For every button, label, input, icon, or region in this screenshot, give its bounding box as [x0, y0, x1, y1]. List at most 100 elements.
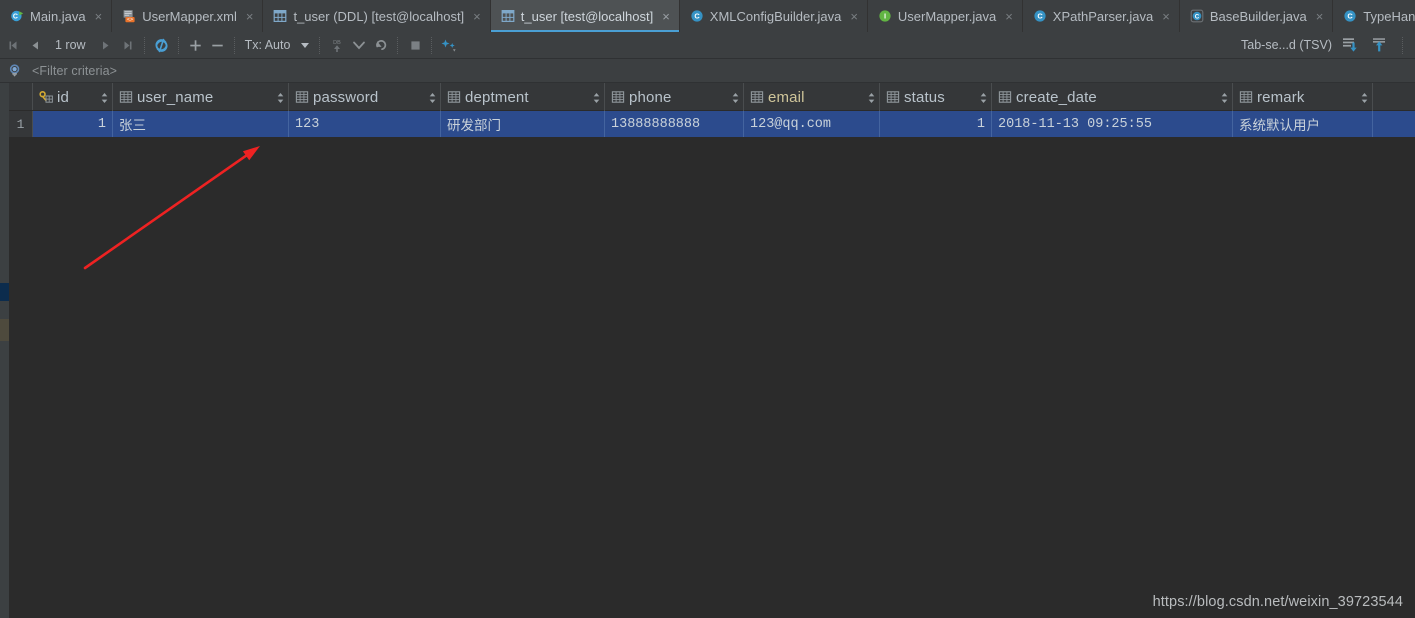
editor-tab-2[interactable]: t_user (DDL) [test@localhost] × — [263, 0, 491, 32]
commit-button[interactable] — [348, 34, 370, 56]
reload-page-button[interactable] — [151, 34, 173, 56]
cell-remark[interactable]: 系统默认用户 — [1233, 111, 1373, 137]
sort-toggle-icon[interactable] — [593, 91, 600, 103]
grid-empty-area — [9, 137, 1415, 618]
editor-tab-3[interactable]: t_user [test@localhost] × — [490, 0, 680, 32]
sort-toggle-icon[interactable] — [277, 91, 284, 103]
sort-toggle-icon[interactable] — [868, 91, 875, 103]
cell-user_name[interactable]: 张三 — [113, 111, 289, 137]
column-icon — [886, 90, 900, 104]
close-icon[interactable]: × — [661, 10, 671, 23]
table-row[interactable]: 1 1 张三 123 研发部门 13888888888 123@qq.com 1 2018-11… — [9, 111, 1415, 137]
grid-header-row: id user_name password deptment phone email sta… — [9, 83, 1415, 111]
svg-text:I: I — [884, 12, 886, 21]
editor-tab-7[interactable]: C BaseBuilder.java × — [1179, 0, 1334, 32]
grid-header-corner — [9, 83, 33, 110]
column-header-label: remark — [1257, 88, 1305, 106]
editor-tab-6[interactable]: C XPathParser.java × — [1022, 0, 1180, 32]
toolbar-right-group: Tab-se...d (TSV) — [1241, 32, 1415, 59]
filter-search-icon — [4, 63, 26, 78]
grid-body: 1 1 张三 123 研发部门 13888888888 123@qq.com 1 2018-11… — [9, 111, 1415, 137]
column-header-status[interactable]: status — [880, 83, 992, 111]
close-icon[interactable]: × — [245, 10, 255, 23]
last-row-button[interactable] — [117, 34, 139, 56]
column-icon — [447, 90, 461, 104]
column-header-password[interactable]: password — [289, 83, 441, 111]
cell-password[interactable]: 123 — [289, 111, 441, 137]
editor-tab-label: XPathParser.java — [1052, 8, 1154, 24]
export-format-label[interactable]: Tab-se...d (TSV) — [1241, 38, 1332, 52]
column-header-id[interactable]: id — [33, 83, 113, 111]
cell-email[interactable]: 123@qq.com — [744, 111, 880, 137]
submit-to-db-button[interactable]: DB — [326, 34, 348, 56]
close-icon[interactable]: × — [94, 10, 104, 23]
cell-phone[interactable]: 13888888888 — [605, 111, 744, 137]
cell-status[interactable]: 1 — [880, 111, 992, 137]
cancel-running-statement-button[interactable] — [404, 34, 426, 56]
watermark-url: https://blog.csdn.net/weixin_39723544 — [1152, 594, 1403, 610]
database-table-icon — [501, 9, 515, 23]
sort-toggle-icon[interactable] — [1221, 91, 1228, 103]
first-row-button[interactable] — [2, 34, 24, 56]
column-header-create_date[interactable]: create_date — [992, 83, 1233, 111]
close-icon[interactable]: × — [472, 10, 482, 23]
close-icon[interactable]: × — [849, 10, 859, 23]
editor-tab-4[interactable]: C XMLConfigBuilder.java × — [679, 0, 868, 32]
column-header-label: email — [768, 88, 805, 106]
primary-key-icon — [39, 90, 53, 104]
add-row-button[interactable] — [185, 34, 207, 56]
left-scroll-strip[interactable] — [0, 83, 9, 618]
sort-toggle-icon[interactable] — [1361, 91, 1368, 103]
column-header-deptment[interactable]: deptment — [441, 83, 605, 111]
modify-data-button[interactable] — [438, 34, 460, 56]
editor-tab-label: XMLConfigBuilder.java — [709, 8, 842, 24]
svg-text:C: C — [1037, 12, 1043, 21]
java-interface-icon: I — [878, 9, 892, 23]
editor-tab-1[interactable]: <> UserMapper.xml × — [112, 0, 264, 32]
cell-id[interactable]: 1 — [33, 111, 113, 137]
editor-tab-label: TypeHandlerRegist — [1363, 8, 1415, 24]
java-abstract-class-icon: C — [1190, 9, 1204, 23]
left-strip-marker-change — [0, 319, 9, 341]
editor-tab-5[interactable]: I UserMapper.java × — [867, 0, 1023, 32]
upload-data-button[interactable] — [1368, 34, 1390, 56]
filter-criteria-input[interactable]: <Filter criteria> — [32, 64, 117, 78]
svg-text:C: C — [1348, 12, 1354, 21]
row-number[interactable]: 1 — [9, 111, 33, 137]
sort-toggle-icon[interactable] — [732, 91, 739, 103]
java-class-icon: C — [690, 9, 704, 23]
column-header-label: id — [57, 88, 69, 106]
cell-deptment[interactable]: 研发部门 — [441, 111, 605, 137]
column-header-email[interactable]: email — [744, 83, 880, 111]
next-row-button[interactable] — [95, 34, 117, 56]
toolbar-separator — [177, 36, 180, 54]
chevron-down-icon[interactable] — [292, 34, 314, 56]
column-header-user_name[interactable]: user_name — [113, 83, 289, 111]
toolbar-separator — [319, 36, 321, 54]
column-header-label: phone — [629, 88, 672, 106]
close-icon[interactable]: × — [1161, 10, 1171, 23]
cell-create_date[interactable]: 2018-11-13 09:25:55 — [992, 111, 1233, 137]
prev-row-button[interactable] — [24, 34, 46, 56]
close-icon[interactable]: × — [1315, 10, 1325, 23]
delete-row-button[interactable] — [207, 34, 229, 56]
sort-toggle-icon[interactable] — [101, 91, 108, 103]
result-grid[interactable]: id user_name password deptment phone email sta… — [9, 83, 1415, 618]
column-icon — [1239, 90, 1253, 104]
column-header-phone[interactable]: phone — [605, 83, 744, 111]
column-header-label: create_date — [1016, 88, 1097, 106]
editor-tab-label: t_user [test@localhost] — [520, 8, 654, 24]
editor-tab-label: Main.java — [30, 8, 86, 24]
editor-tab-0[interactable]: C Main.java × — [0, 0, 113, 32]
close-icon[interactable]: × — [1004, 10, 1014, 23]
sort-toggle-icon[interactable] — [980, 91, 987, 103]
transaction-mode-label[interactable]: Tx: Auto — [241, 38, 293, 52]
data-editor-toolbar: 1 row Tx: Auto DB Tab-se...d (TSV) — [0, 32, 1415, 59]
filter-bar[interactable]: <Filter criteria> — [0, 59, 1415, 83]
column-header-remark[interactable]: remark — [1233, 83, 1373, 111]
editor-tab-8[interactable]: CTypeHandlerRegist× — [1333, 0, 1415, 32]
column-icon — [611, 90, 625, 104]
sort-toggle-icon[interactable] — [429, 91, 436, 103]
rollback-button[interactable] — [370, 34, 392, 56]
dump-data-button[interactable] — [1339, 34, 1361, 56]
